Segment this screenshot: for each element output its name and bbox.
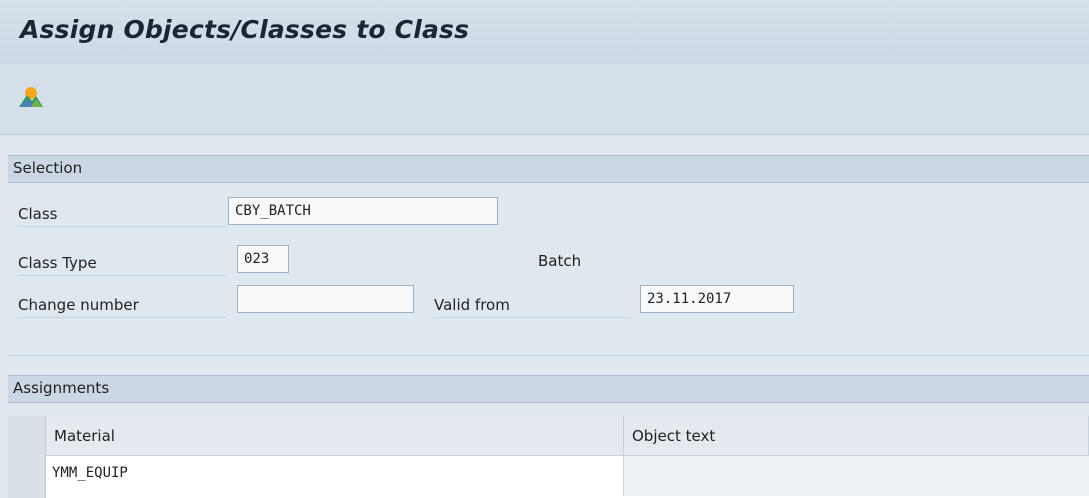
section-divider [8,355,1089,356]
valid-from-field[interactable] [640,285,794,313]
selection-group-header: Selection [8,155,1089,183]
material-value: YMM_EQUIP [52,465,128,481]
class-type-label: Class Type [18,254,226,276]
table-cell-material[interactable]: YMM_EQUIP [46,456,624,496]
row-selector[interactable] [8,456,46,498]
valid-from-label: Valid from [434,296,630,318]
assignments-group-header: Assignments [8,375,1089,403]
assignments-header-label: Assignments [13,379,110,397]
content-area: Selection Class Class Type Batch Change … [0,135,1089,498]
landscape-icon[interactable] [18,84,44,110]
change-number-label: Change number [18,296,226,318]
class-label: Class [18,205,226,227]
class-type-field[interactable] [237,245,289,273]
table-cell-object-text [624,456,1089,496]
page-title: Assign Objects/Classes to Class [20,15,470,44]
column-header-material[interactable]: Material [46,416,624,456]
application-toolbar [0,64,1089,135]
assignments-table: Material Object text YMM_EQUIP [8,416,1089,498]
select-all-cell[interactable] [8,416,46,456]
selection-header-label: Selection [13,159,83,177]
title-bar: Assign Objects/Classes to Class [0,0,1089,65]
column-header-label: Material [54,427,115,445]
column-header-object-text[interactable]: Object text [624,416,1089,456]
column-header-label: Object text [632,427,716,445]
class-field[interactable] [228,197,498,225]
change-number-field[interactable] [237,285,414,313]
class-type-text: Batch [538,252,582,270]
